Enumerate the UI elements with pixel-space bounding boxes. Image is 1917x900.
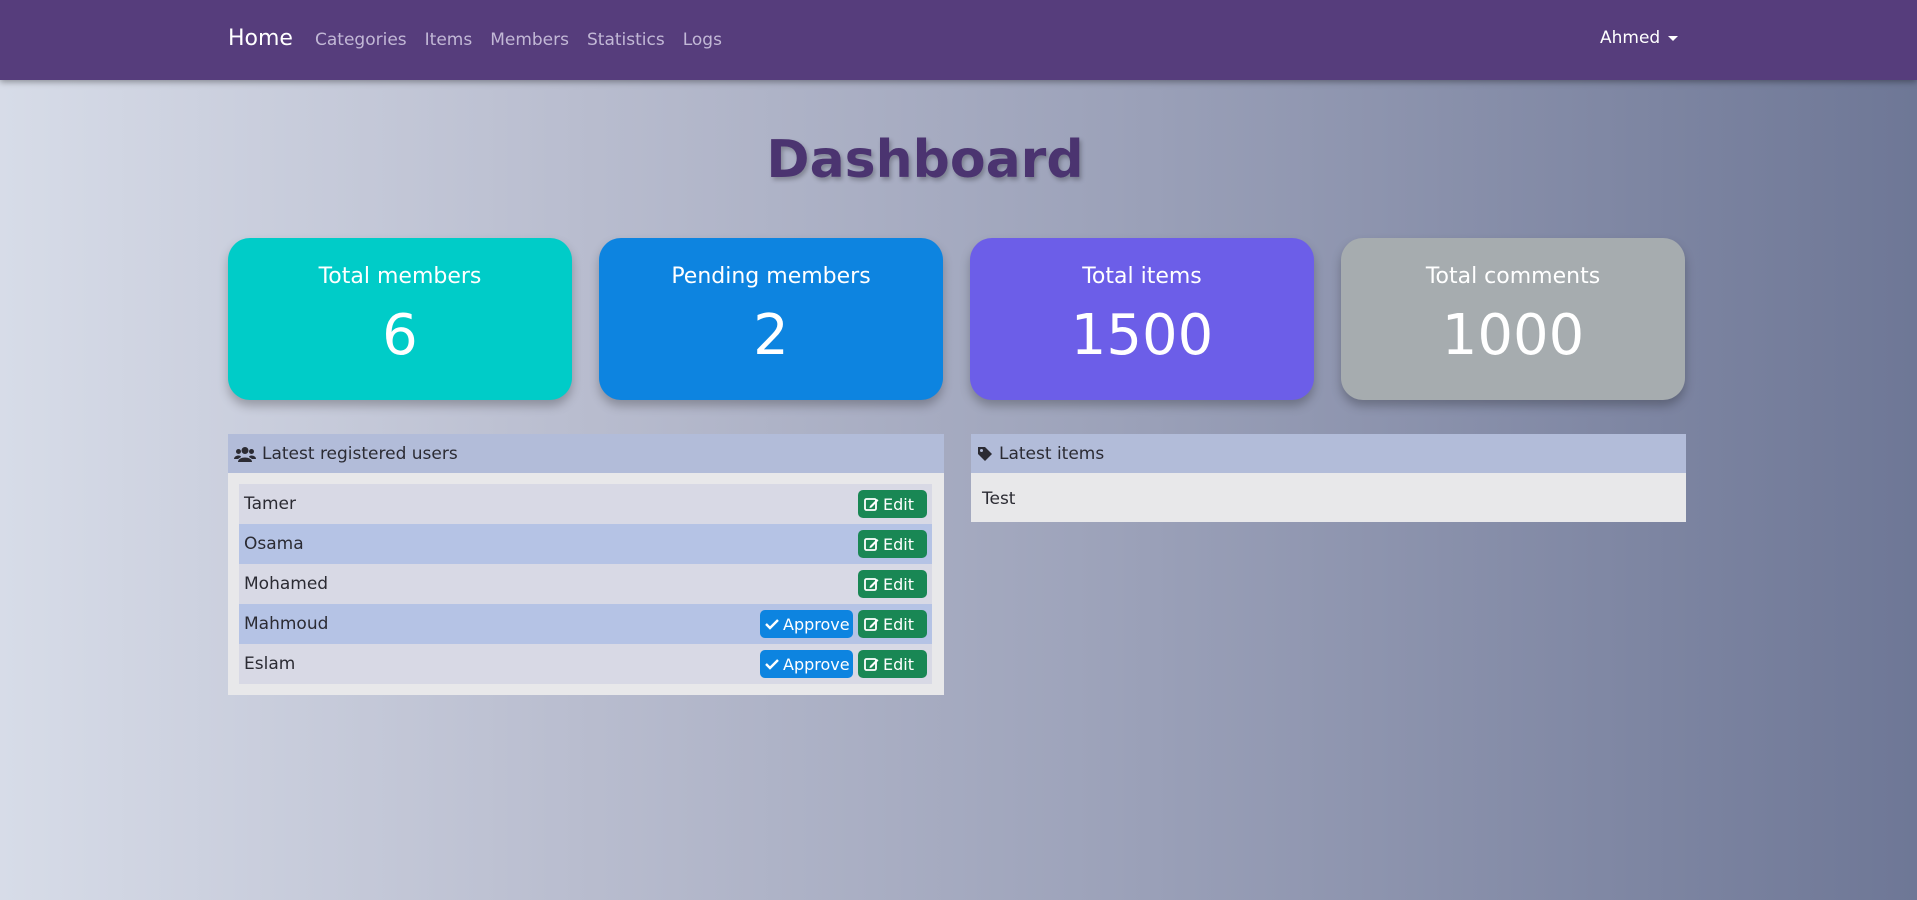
edit-icon: [864, 497, 879, 512]
stat-label: Total items: [1082, 264, 1202, 289]
edit-label: Edit: [883, 534, 914, 554]
page-title: Dashboard: [766, 130, 1084, 190]
nav-links: Categories Items Members Statistics Logs: [315, 30, 722, 50]
panel-header: Latest registered users: [228, 434, 944, 473]
nav-link-members[interactable]: Members: [490, 30, 569, 50]
edit-icon: [864, 577, 879, 592]
user-row: Osama Edit: [239, 524, 932, 564]
stat-value: 2: [753, 303, 789, 368]
tag-icon: [978, 446, 992, 461]
stats-row: Total members 6 Pending members 2 Total …: [228, 238, 1685, 400]
chevron-down-icon: [1668, 35, 1679, 41]
latest-items-panel: Latest items Test: [971, 434, 1686, 522]
user-name: Mahmoud: [244, 614, 329, 634]
user-name: Mohamed: [244, 574, 329, 594]
row-actions: Edit: [858, 570, 927, 598]
user-name: Tamer: [244, 494, 296, 514]
users-icon: [234, 446, 256, 462]
edit-button[interactable]: Edit: [858, 650, 927, 678]
row-actions: Edit: [858, 490, 927, 518]
user-list: Tamer Edit Osama Edit Mohamed Edit Mahmoud Appr…: [228, 473, 944, 684]
edit-icon: [864, 617, 879, 632]
row-actions: Edit: [858, 530, 927, 558]
panel-header: Latest items: [971, 434, 1686, 473]
approve-button[interactable]: Approve: [760, 610, 853, 638]
edit-label: Edit: [883, 614, 914, 634]
check-icon: [765, 618, 779, 630]
stat-value: 1000: [1441, 303, 1585, 368]
approve-button[interactable]: Approve: [760, 650, 853, 678]
nav-link-items[interactable]: Items: [425, 30, 473, 50]
user-row: Mahmoud Approve Edit: [239, 604, 932, 644]
user-row: Eslam Approve Edit: [239, 644, 932, 684]
stat-total-items: Total items 1500: [970, 238, 1314, 400]
stat-label: Total comments: [1425, 264, 1601, 289]
stat-value: 1500: [1070, 303, 1214, 368]
stat-total-members: Total members 6: [228, 238, 572, 400]
item-row: Test: [982, 489, 1016, 509]
approve-label: Approve: [783, 614, 850, 634]
navbar: Home Categories Items Members Statistics…: [0, 0, 1917, 80]
user-row: Tamer Edit: [239, 484, 932, 524]
stat-pending-members: Pending members 2: [599, 238, 943, 400]
check-icon: [765, 658, 779, 670]
row-actions: Approve Edit: [760, 610, 927, 638]
stat-label: Total members: [318, 264, 482, 289]
edit-label: Edit: [883, 654, 914, 674]
latest-users-panel: Latest registered users Tamer Edit Osama Ed…: [228, 434, 944, 695]
user-menu[interactable]: Ahmed: [1600, 28, 1679, 48]
user-name: Osama: [244, 534, 304, 554]
edit-label: Edit: [883, 494, 914, 514]
edit-button[interactable]: Edit: [858, 610, 927, 638]
panel-title: Latest items: [999, 443, 1105, 464]
user-row: Mohamed Edit: [239, 564, 932, 604]
edit-icon: [864, 537, 879, 552]
panel-title: Latest registered users: [262, 443, 458, 464]
home-link[interactable]: Home: [228, 26, 293, 51]
user-name: Eslam: [244, 654, 296, 674]
edit-button[interactable]: Edit: [858, 490, 927, 518]
stat-value: 6: [382, 303, 418, 368]
nav-link-categories[interactable]: Categories: [315, 30, 407, 50]
edit-label: Edit: [883, 574, 914, 594]
stat-total-comments: Total comments 1000: [1341, 238, 1685, 400]
edit-button[interactable]: Edit: [858, 570, 927, 598]
nav-link-statistics[interactable]: Statistics: [587, 30, 665, 50]
edit-button[interactable]: Edit: [858, 530, 927, 558]
nav-link-logs[interactable]: Logs: [683, 30, 722, 50]
row-actions: Approve Edit: [760, 650, 927, 678]
approve-label: Approve: [783, 654, 850, 674]
stat-label: Pending members: [671, 264, 871, 289]
item-list: Test: [971, 473, 1686, 525]
user-name: Ahmed: [1600, 28, 1661, 48]
edit-icon: [864, 657, 879, 672]
